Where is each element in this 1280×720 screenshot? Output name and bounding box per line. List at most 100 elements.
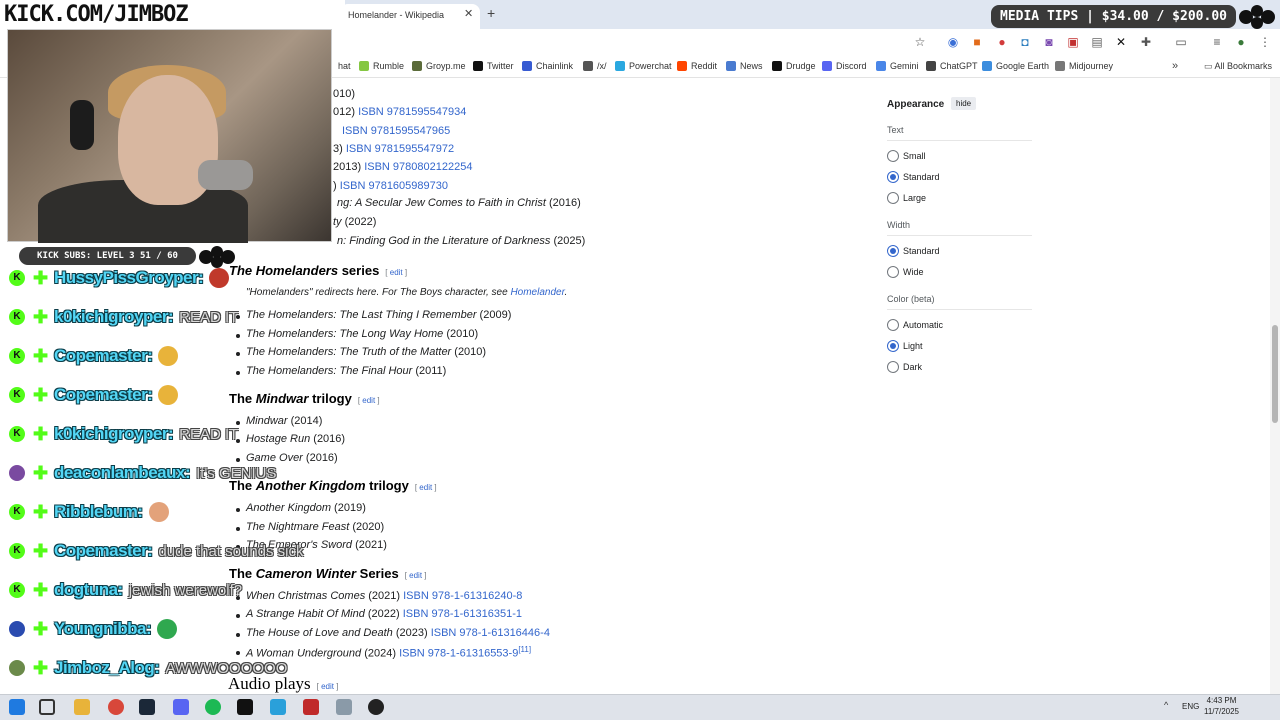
hatnote-link[interactable]: Homelander bbox=[510, 287, 564, 298]
radio-light[interactable] bbox=[887, 340, 899, 352]
clock[interactable]: 4:43 PM 11/7/2025 bbox=[1204, 695, 1239, 717]
extension-icon[interactable]: ◘ bbox=[1018, 35, 1032, 49]
radio-label[interactable]: Light bbox=[903, 341, 923, 351]
bookmark-midjourney[interactable]: Midjourney bbox=[1055, 61, 1113, 71]
radio-label[interactable]: Dark bbox=[903, 362, 922, 372]
emote-icon bbox=[209, 268, 230, 288]
extension-icon[interactable]: ▣ bbox=[1066, 35, 1080, 49]
language-indicator[interactable]: ENG bbox=[1182, 702, 1199, 711]
app-icon[interactable] bbox=[303, 699, 319, 715]
puzzle-icon[interactable]: ✚ bbox=[1139, 35, 1153, 49]
all-bookmarks[interactable]: ▭ All Bookmarks bbox=[1204, 61, 1272, 72]
app-icon[interactable] bbox=[336, 699, 352, 715]
radio-label[interactable]: Small bbox=[903, 151, 926, 161]
menu-icon[interactable]: ≡ bbox=[1210, 35, 1224, 49]
sub-badge-icon: ✚ bbox=[33, 619, 49, 639]
user-badge-icon: K bbox=[9, 309, 25, 325]
radio-label[interactable]: Automatic bbox=[903, 320, 943, 330]
line-prefix: 010) bbox=[333, 88, 356, 100]
book-year: (2014) bbox=[287, 415, 323, 427]
isbn-link[interactable]: ISBN 9781595547934 bbox=[358, 106, 466, 118]
bookmark-chatgpt[interactable]: ChatGPT bbox=[926, 61, 978, 71]
tab-active[interactable]: Homelander - Wikipedia bbox=[340, 4, 480, 29]
bookmark-reddit[interactable]: Reddit bbox=[677, 61, 717, 71]
bookmark-drudge[interactable]: Drudge bbox=[772, 61, 816, 71]
start-icon[interactable] bbox=[9, 699, 25, 715]
terminal-icon[interactable] bbox=[237, 699, 253, 715]
star-icon[interactable]: ☆ bbox=[913, 35, 927, 49]
search-icon[interactable] bbox=[39, 699, 55, 715]
book-year: (2010) bbox=[443, 328, 479, 340]
radio-large[interactable] bbox=[887, 192, 899, 204]
bookmark-rumble[interactable]: Rumble bbox=[359, 61, 404, 71]
radio-automatic[interactable] bbox=[887, 319, 899, 331]
bookmark-icon bbox=[1055, 61, 1065, 71]
bookmark-chainlink[interactable]: Chainlink bbox=[522, 61, 573, 71]
isbn-link[interactable]: ISBN 9781595547972 bbox=[346, 143, 454, 155]
reference-link[interactable]: [11] bbox=[518, 645, 531, 654]
appearance-section-color-beta-: Color (beta) bbox=[887, 294, 935, 304]
radio-label[interactable]: Large bbox=[903, 193, 926, 203]
book-year: (2025) bbox=[550, 235, 586, 247]
tab-close-icon[interactable]: ✕ bbox=[464, 7, 473, 20]
extension-icon[interactable]: ● bbox=[995, 35, 1009, 49]
avatar[interactable]: ● bbox=[1234, 35, 1248, 49]
isbn-link[interactable]: ISBN 978-1-61316351-1 bbox=[403, 608, 522, 620]
chevron-right-icon[interactable]: » bbox=[1172, 60, 1178, 72]
bookmark-partial[interactable]: hat bbox=[338, 61, 351, 71]
more-icon[interactable]: ⋮ bbox=[1258, 35, 1272, 49]
x-icon[interactable]: ✕ bbox=[1114, 35, 1128, 49]
book-year: (2016) bbox=[310, 433, 346, 445]
bookmark-powerchat[interactable]: Powerchat bbox=[615, 61, 672, 71]
edit-link[interactable]: [ edit ] bbox=[317, 682, 339, 691]
radio-label[interactable]: Wide bbox=[903, 267, 924, 277]
folder-icon: ▭ bbox=[1204, 61, 1215, 71]
radio-wide[interactable] bbox=[887, 266, 899, 278]
sub-badge-icon: ✚ bbox=[33, 346, 49, 366]
telegram-icon[interactable] bbox=[270, 699, 286, 715]
edit-link[interactable]: [ edit ] bbox=[405, 571, 427, 580]
chevron-up-icon[interactable]: ^ bbox=[1164, 700, 1168, 710]
radio-dark[interactable] bbox=[887, 361, 899, 373]
edit-link[interactable]: [ edit ] bbox=[358, 396, 380, 405]
spotify-icon[interactable] bbox=[205, 699, 221, 715]
bookmark-twitter[interactable]: Twitter bbox=[473, 61, 514, 71]
emote-icon bbox=[157, 619, 178, 639]
isbn-link[interactable]: ISBN 978-1-61316446-4 bbox=[431, 627, 550, 639]
isbn-link[interactable]: ISBN 9781605989730 bbox=[340, 180, 448, 192]
obs-icon[interactable] bbox=[368, 699, 384, 715]
steam-icon[interactable] bbox=[139, 699, 155, 715]
edit-link[interactable]: [ edit ] bbox=[385, 268, 407, 277]
file-explorer-icon[interactable] bbox=[74, 699, 90, 715]
extension-icon[interactable]: ■ bbox=[970, 35, 984, 49]
radio-small[interactable] bbox=[887, 150, 899, 162]
radio-standard[interactable] bbox=[887, 245, 899, 257]
isbn-link[interactable]: ISBN 9780802122254 bbox=[364, 161, 472, 173]
radio-label[interactable]: Standard bbox=[903, 172, 940, 182]
heading-title: Mindwar bbox=[255, 391, 309, 406]
extension-icon[interactable]: ▤ bbox=[1090, 35, 1104, 49]
isbn-link[interactable]: ISBN 978-1-61316240-8 bbox=[403, 590, 522, 602]
discord-icon[interactable] bbox=[173, 699, 189, 715]
book-year: (2011) bbox=[412, 365, 447, 377]
scrollbar-thumb[interactable] bbox=[1272, 325, 1278, 423]
new-tab-button[interactable]: + bbox=[487, 5, 495, 21]
bookmark-news[interactable]: News bbox=[726, 61, 763, 71]
radio-label[interactable]: Standard bbox=[903, 246, 940, 256]
radio-standard[interactable] bbox=[887, 171, 899, 183]
extension-icon[interactable]: ◙ bbox=[1042, 35, 1056, 49]
extension-icon[interactable]: ◉ bbox=[946, 35, 960, 49]
chat-message: ✚ deaconlambeaux: It's GENIUS bbox=[9, 462, 277, 484]
hide-button[interactable]: hide bbox=[951, 97, 977, 110]
sidepanel-icon[interactable]: ▭ bbox=[1174, 35, 1188, 49]
bookmark-google-earth[interactable]: Google Earth bbox=[982, 61, 1049, 71]
bookmark--x-[interactable]: /x/ bbox=[583, 61, 607, 71]
isbn-link[interactable]: ISBN 9781595547965 bbox=[342, 125, 450, 137]
cameron-winter-item: The House of Love and Death (2023) ISBN … bbox=[246, 627, 550, 639]
chrome-icon[interactable] bbox=[108, 699, 124, 715]
bookmark-discord[interactable]: Discord bbox=[822, 61, 867, 71]
bookmark-groyp-me[interactable]: Groyp.me bbox=[412, 61, 466, 71]
edit-link[interactable]: [ edit ] bbox=[415, 483, 437, 492]
isbn-link[interactable]: ISBN 978-1-61316553-9 bbox=[399, 648, 518, 660]
bookmark-gemini[interactable]: Gemini bbox=[876, 61, 919, 71]
